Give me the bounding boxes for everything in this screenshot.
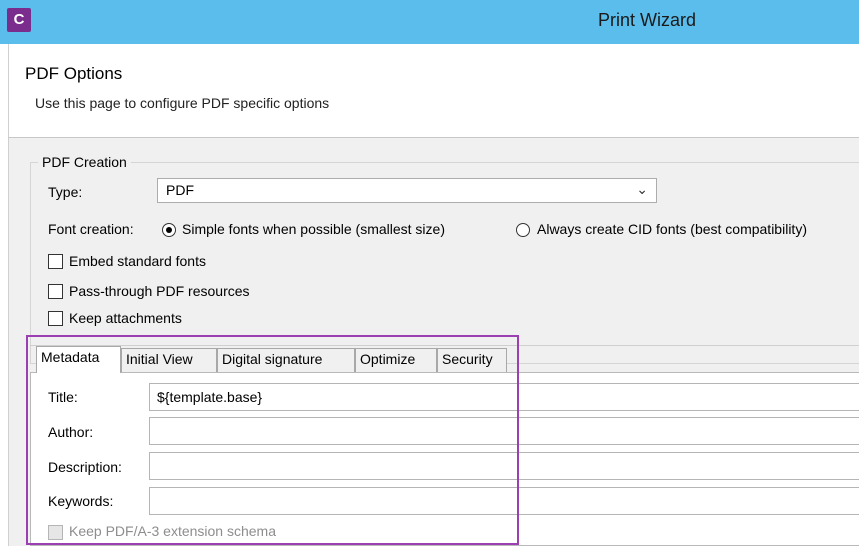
tab-initial-view[interactable]: Initial View (121, 348, 217, 372)
description-input[interactable] (150, 453, 859, 479)
font-creation-label: Font creation: (48, 221, 134, 237)
type-label: Type: (48, 184, 83, 200)
wizard-header: PDF Options Use this page to configure P… (8, 44, 859, 138)
pass-through-pdf-label[interactable]: Pass-through PDF resources (69, 283, 250, 299)
title-input[interactable] (150, 384, 859, 410)
print-wizard-window: C Print Wizard PDF Options Use this page… (0, 0, 859, 546)
chevron-down-icon: ⌄ (636, 181, 648, 197)
description-label: Description: (48, 459, 122, 475)
tab-metadata[interactable]: Metadata (36, 346, 121, 373)
title-bar[interactable]: C Print Wizard (0, 0, 859, 44)
embed-standard-fonts-label[interactable]: Embed standard fonts (69, 253, 206, 269)
description-field[interactable] (149, 452, 859, 480)
author-field[interactable] (149, 417, 859, 445)
radio-simple-fonts[interactable] (162, 223, 176, 237)
keep-pdfa3-checkbox[interactable] (48, 525, 63, 540)
keep-pdfa3-label: Keep PDF/A-3 extension schema (69, 523, 276, 539)
author-input[interactable] (150, 418, 859, 444)
radio-cid-fonts-label[interactable]: Always create CID fonts (best compatibil… (537, 221, 807, 237)
tab-security[interactable]: Security (437, 348, 507, 372)
author-label: Author: (48, 424, 94, 440)
app-logo-icon: C (7, 8, 31, 32)
keywords-label: Keywords: (48, 493, 114, 509)
radio-cid-fonts[interactable] (516, 223, 530, 237)
tabs-divider (30, 345, 859, 346)
keywords-input[interactable] (150, 488, 859, 514)
page-title: PDF Options (25, 64, 123, 83)
embed-standard-fonts-checkbox[interactable] (48, 254, 63, 269)
tab-digital-signature[interactable]: Digital signature (217, 348, 355, 372)
page-description: Use this page to configure PDF specific … (35, 95, 330, 111)
type-select-value: PDF (166, 182, 194, 198)
keep-attachments-checkbox[interactable] (48, 311, 63, 326)
type-select[interactable]: PDF ⌄ (157, 178, 657, 203)
title-label: Title: (48, 389, 78, 405)
keywords-field[interactable] (149, 487, 859, 515)
title-field[interactable] (149, 383, 859, 411)
tab-optimize[interactable]: Optimize (355, 348, 437, 372)
pass-through-pdf-checkbox[interactable] (48, 284, 63, 299)
keep-attachments-label[interactable]: Keep attachments (69, 310, 182, 326)
pdf-creation-group-title: PDF Creation (38, 154, 131, 170)
radio-simple-fonts-label[interactable]: Simple fonts when possible (smallest siz… (182, 221, 445, 237)
window-title: Print Wizard (598, 10, 697, 30)
